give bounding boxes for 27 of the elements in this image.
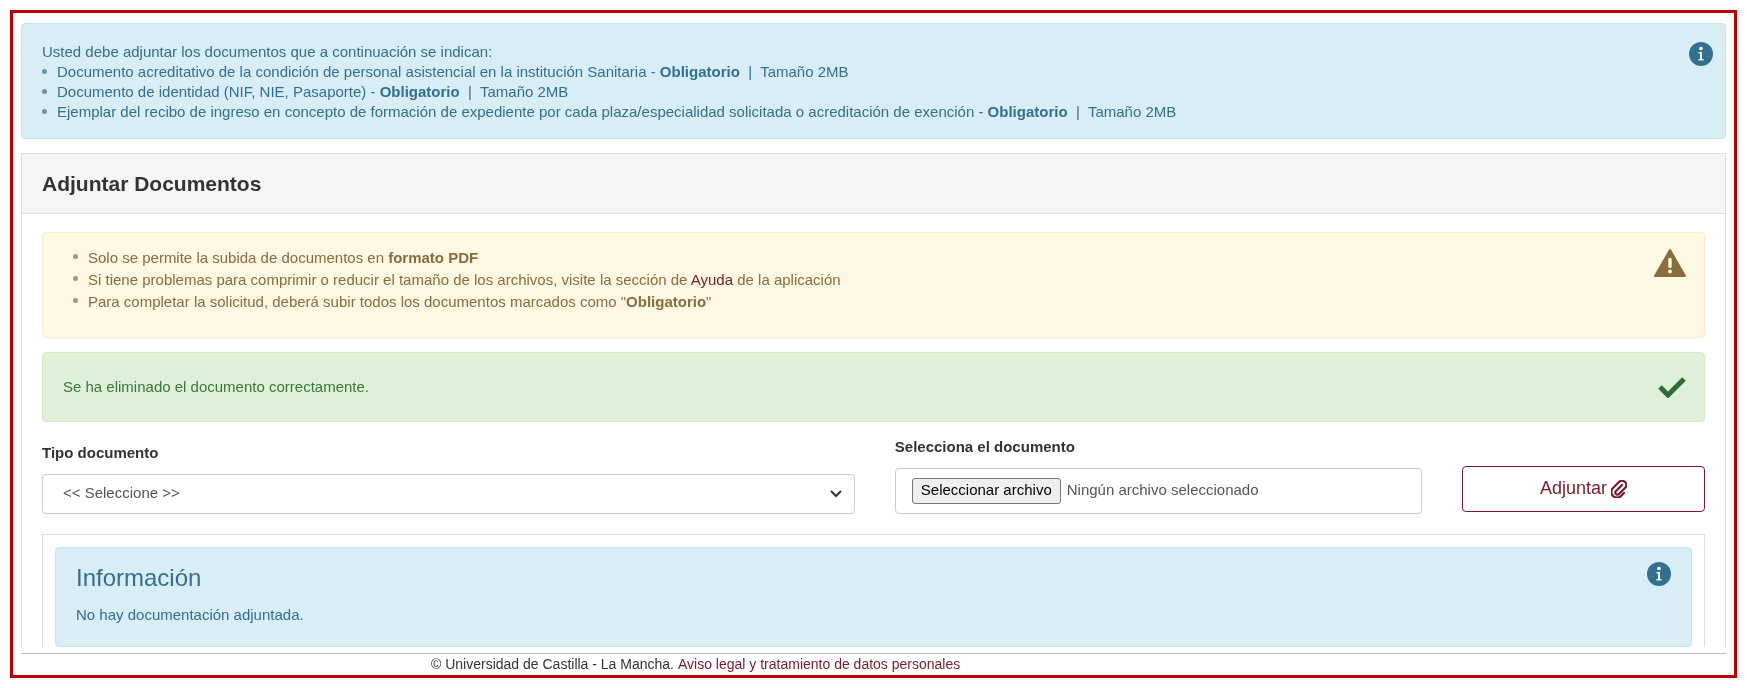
choose-file-button[interactable]: Seleccionar archivo: [911, 477, 1061, 504]
paperclip-icon: [1610, 479, 1627, 498]
warning-icon: [1654, 249, 1686, 277]
info-icon: [1647, 561, 1671, 586]
chevron-down-icon: [829, 489, 842, 498]
info-text: No hay documentación adjuntada.: [76, 604, 305, 625]
legal-link[interactable]: Aviso legal y tratamiento de datos personales: [678, 654, 961, 675]
warning-item: Para completar la solicitud, deberá subir todos los documentos marcados como "Obligatorio": [88, 292, 712, 312]
intro-text: Usted debe adjuntar los documentos que a continuación se indican:: [42, 42, 494, 62]
info-title: Información: [76, 562, 203, 593]
requirement-item: Documento de identidad (NIF, NIE, Pasaporte) - Obligatorio | Tamaño 2MB: [57, 82, 569, 102]
file-status: Ningún archivo seleccionado: [1066, 480, 1259, 501]
panel-title: Adjuntar Documentos: [42, 170, 262, 197]
field-label: Tipo documento: [42, 443, 160, 463]
document-type-select[interactable]: << Seleccione >>: [42, 473, 855, 514]
field-label: Selecciona el documento: [894, 437, 1076, 457]
warning-item: Solo se permite la subida de documentos en formato PDF: [88, 248, 479, 268]
requirement-item: Documento acreditativo de la condición de personal asistencial en la institución Sanitaria - Obligatorio | Tamaño 2MB: [57, 62, 849, 82]
checkmark-icon: [1658, 376, 1686, 398]
warning-item: Si tiene problemas para comprimir o reducir el tamaño de los archivos, visite la sección de Ayuda de la aplicación: [88, 270, 841, 290]
help-link[interactable]: Ayuda: [690, 271, 734, 288]
info-icon: [1689, 42, 1713, 66]
copyright-text: © Universidad de Castilla - La Mancha.: [431, 655, 674, 674]
attach-button[interactable]: Adjuntar: [1461, 465, 1705, 512]
requirement-item: Ejemplar del recibo de ingreso en concepto de formación de expediente por cada plaza/especialidad solicitada o acreditación de exención - Obligatorio | Tamaño 2MB: [57, 102, 1177, 122]
file-input-field[interactable]: Seleccionar archivo Ningún archivo seleccionado: [894, 467, 1422, 514]
success-message: Se ha eliminado el documento correctamente.: [63, 376, 369, 397]
